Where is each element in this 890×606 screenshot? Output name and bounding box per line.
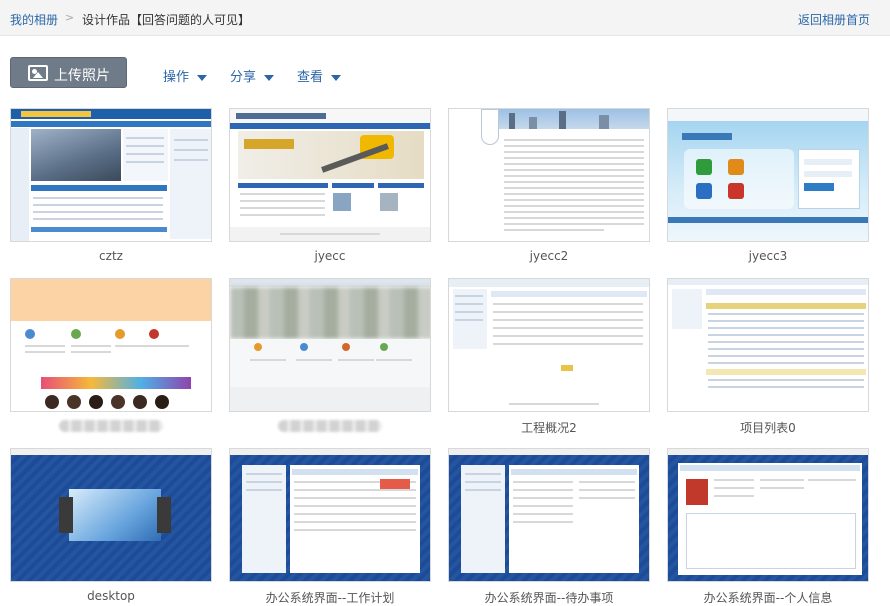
back-to-albums-link[interactable]: 返回相册首页 bbox=[798, 11, 870, 28]
photo-caption: jyecc bbox=[314, 249, 346, 263]
photo-tile[interactable]: 办公系统界面--工作计划 bbox=[229, 448, 431, 605]
photo-tile[interactable]: jyecc2 bbox=[448, 108, 650, 264]
photo-thumbnail[interactable] bbox=[10, 448, 212, 582]
album-title: 设计作品【回答问题的人可见】 bbox=[82, 13, 251, 27]
photo-tile[interactable]: desktop bbox=[10, 448, 212, 604]
photo-caption: 办公系统界面--待办事项 bbox=[484, 591, 614, 605]
photo-caption: cztz bbox=[99, 249, 123, 263]
photo-icon bbox=[28, 65, 48, 81]
photo-caption: 项目列表0 bbox=[740, 421, 796, 435]
chevron-down-icon bbox=[331, 74, 342, 81]
upload-label: 上传照片 bbox=[54, 68, 110, 84]
breadcrumb-home-link[interactable]: 我的相册 bbox=[10, 11, 58, 28]
blurred-caption bbox=[278, 420, 382, 432]
photo-thumbnail[interactable] bbox=[229, 448, 431, 582]
photo-thumbnail[interactable] bbox=[229, 108, 431, 242]
view-menu[interactable]: 查看 bbox=[297, 66, 342, 85]
photo-tile[interactable]: 项目列表0 bbox=[667, 278, 869, 435]
chevron-down-icon bbox=[197, 74, 208, 81]
view-label: 查看 bbox=[297, 70, 324, 85]
photo-caption: jyecc2 bbox=[529, 249, 569, 263]
photo-thumbnail[interactable] bbox=[229, 278, 431, 412]
photo-tile[interactable]: 工程概况2 bbox=[448, 278, 650, 435]
photo-caption: jyecc3 bbox=[748, 249, 788, 263]
operate-menu[interactable]: 操作 bbox=[163, 66, 208, 85]
top-bar: 我的相册 > 设计作品【回答问题的人可见】 返回相册首页 bbox=[0, 0, 890, 36]
photo-thumbnail[interactable] bbox=[10, 278, 212, 412]
photo-tile[interactable] bbox=[229, 278, 431, 432]
photo-caption: 办公系统界面--工作计划 bbox=[265, 591, 395, 605]
photo-thumbnail[interactable] bbox=[667, 108, 869, 242]
photo-tile[interactable] bbox=[10, 278, 212, 432]
photo-thumbnail[interactable] bbox=[667, 448, 869, 582]
photo-tile[interactable]: jyecc3 bbox=[667, 108, 869, 264]
photo-thumbnail[interactable] bbox=[448, 278, 650, 412]
photo-thumbnail[interactable] bbox=[667, 278, 869, 412]
operate-label: 操作 bbox=[163, 70, 190, 85]
share-label: 分享 bbox=[230, 70, 257, 85]
blurred-caption bbox=[59, 420, 163, 432]
photo-caption: desktop bbox=[87, 589, 135, 603]
photo-caption: 工程概况2 bbox=[521, 421, 577, 435]
share-menu[interactable]: 分享 bbox=[230, 66, 275, 85]
photo-thumbnail[interactable] bbox=[10, 108, 212, 242]
photo-tile[interactable]: cztz bbox=[10, 108, 212, 264]
breadcrumb-separator: > bbox=[65, 11, 75, 24]
photo-tile[interactable]: 办公系统界面--待办事项 bbox=[448, 448, 650, 605]
photo-caption: 办公系统界面--个人信息 bbox=[703, 591, 833, 605]
photo-tile[interactable]: jyecc bbox=[229, 108, 431, 264]
photo-tile[interactable]: 办公系统界面--个人信息 bbox=[667, 448, 869, 605]
chevron-down-icon bbox=[264, 74, 275, 81]
upload-photo-button[interactable]: 上传照片 bbox=[10, 57, 127, 88]
photo-thumbnail[interactable] bbox=[448, 108, 650, 242]
photo-thumbnail[interactable] bbox=[448, 448, 650, 582]
